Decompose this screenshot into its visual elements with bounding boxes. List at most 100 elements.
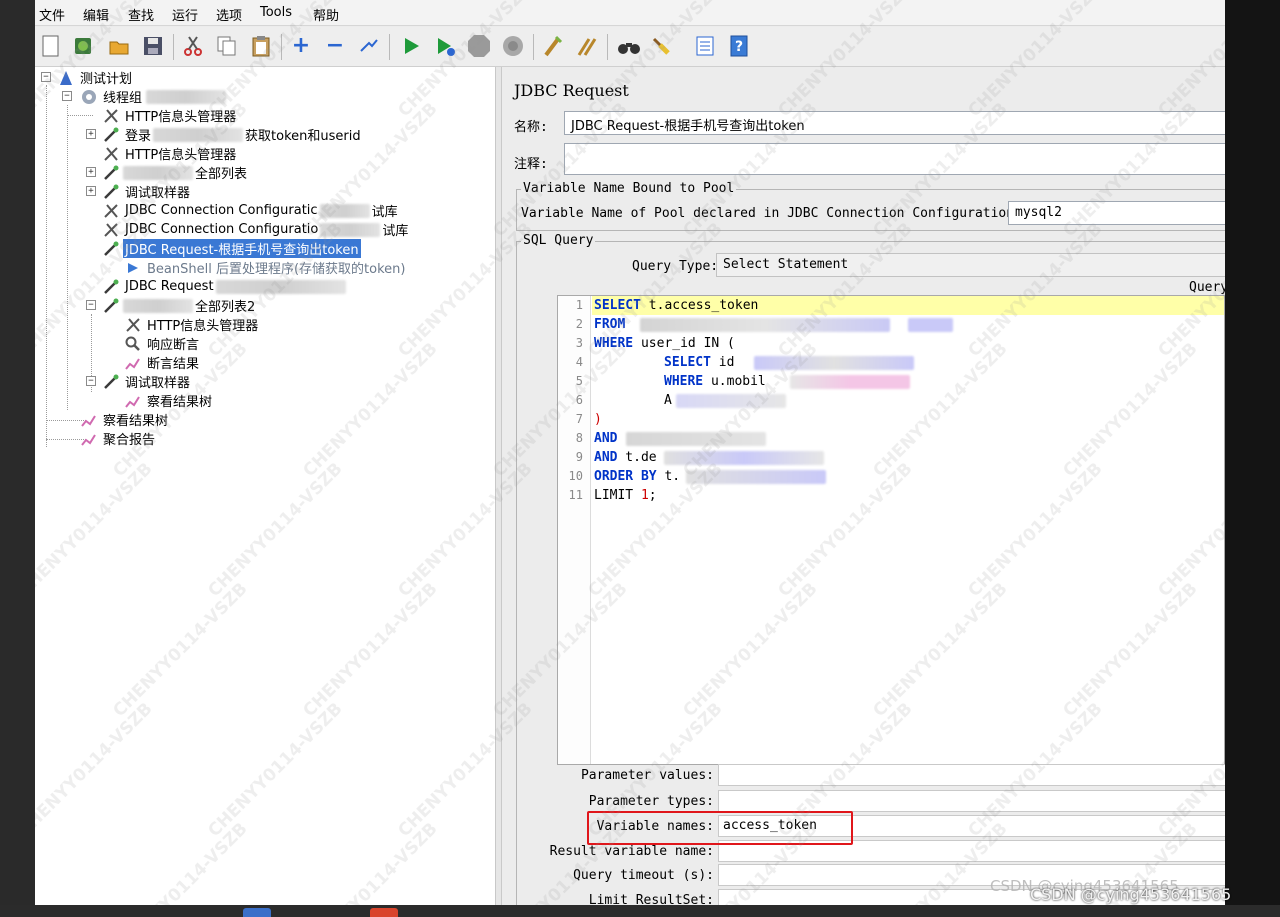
result-variable-name-label: Result variable name:: [549, 844, 714, 859]
clear-icon[interactable]: [541, 34, 565, 58]
parameter-values-label: Parameter values:: [580, 768, 714, 783]
menu-options[interactable]: 选项: [216, 5, 242, 24]
sql-text: t.: [656, 469, 681, 484]
parameter-types-label: Parameter types:: [588, 794, 714, 809]
templates-icon[interactable]: [71, 34, 95, 58]
stop-icon[interactable]: [467, 34, 491, 58]
sql-line: ORDER BY t.: [594, 469, 680, 484]
sql-line: FROM: [594, 317, 625, 332]
desktop-background-right: [1225, 0, 1280, 905]
csdn-watermark: CSDN @cying453641565: [1030, 885, 1232, 904]
desktop-background-left: [0, 0, 35, 905]
sql-keyword: AND: [594, 431, 618, 446]
start-icon[interactable]: [399, 34, 423, 58]
tree-node-login[interactable]: 登录 获取token和userid: [102, 125, 363, 144]
sampler-icon: [102, 297, 120, 315]
sql-keyword: SELECT: [594, 298, 641, 313]
tree-node-assertion-results[interactable]: 断言结果: [124, 353, 201, 372]
taskbar: [0, 905, 1280, 917]
taskbar-app-icon[interactable]: [243, 908, 271, 917]
tree-node-view-results-tree-2[interactable]: 察看结果树: [80, 410, 170, 429]
copy-icon[interactable]: [215, 34, 239, 58]
tree-node-http-header-1[interactable]: HTTP信息头管理器: [102, 106, 238, 125]
cut-icon[interactable]: [181, 34, 205, 58]
query-type-label: Query Type:: [632, 259, 719, 274]
new-icon[interactable]: [39, 34, 63, 58]
shutdown-icon[interactable]: [501, 34, 525, 58]
sql-text: ): [594, 412, 602, 427]
menu-file[interactable]: 文件: [39, 5, 65, 24]
clear-all-icon[interactable]: [575, 34, 599, 58]
line-number: 11: [568, 488, 583, 502]
line-number: 1: [575, 298, 583, 312]
taskbar-app-icon[interactable]: [370, 908, 398, 917]
function-helper-icon[interactable]: [693, 34, 717, 58]
jdbc-request-panel: JDBC Request 名称: JDBC Request-根据手机号查询出to…: [502, 67, 1225, 905]
menu-run[interactable]: 运行: [172, 5, 198, 24]
sql-text: LIMIT 1;: [594, 488, 657, 503]
menu-search[interactable]: 查找: [128, 5, 154, 24]
tree-node-debug-sampler-1[interactable]: 调试取样器: [102, 182, 192, 201]
config-element-icon: [102, 145, 120, 163]
tree-node-all-list-2[interactable]: 全部列表2: [102, 296, 257, 315]
menu-help[interactable]: 帮助: [313, 5, 339, 24]
sql-text: u.mobil: [703, 374, 766, 389]
jmeter-window: 文件 编辑 查找 运行 选项 Tools 帮助 + − ? − − + + + …: [35, 0, 1225, 905]
sql-line: ): [594, 412, 602, 427]
comment-input[interactable]: [564, 143, 1225, 175]
parameter-values-input[interactable]: [718, 764, 1225, 786]
tree-node-view-results-tree-1[interactable]: 察看结果树: [124, 391, 214, 410]
line-number: 3: [575, 336, 583, 350]
annotation-red-box: [587, 811, 853, 845]
tree-node-all-list[interactable]: 全部列表: [102, 163, 249, 182]
line-number: 2: [575, 317, 583, 331]
start-no-pauses-icon[interactable]: [433, 34, 457, 58]
config-element-icon: [102, 221, 120, 239]
tree-node-aggregate-report[interactable]: 聚合报告: [80, 429, 157, 448]
svg-text:?: ?: [735, 39, 743, 55]
tree-node-debug-sampler-2[interactable]: 调试取样器: [102, 372, 192, 391]
tree-node-test-plan[interactable]: 测试计划: [57, 68, 134, 87]
sql-line: SELECT id: [664, 355, 734, 370]
listener-icon: [124, 392, 142, 410]
paste-icon[interactable]: [249, 34, 273, 58]
pool-name-input[interactable]: mysql2: [1008, 201, 1225, 225]
reset-search-icon[interactable]: [649, 34, 673, 58]
sql-line: LIMIT 1;: [594, 488, 657, 503]
tree-node-jdbc-config-1[interactable]: JDBC Connection Configuratic 试库: [102, 201, 400, 220]
collapse-all-icon[interactable]: −: [323, 34, 347, 58]
menu-tools[interactable]: Tools: [260, 5, 292, 20]
panel-title: JDBC Request: [514, 81, 629, 100]
sql-line: AND: [594, 431, 617, 446]
sampler-icon: [102, 278, 120, 296]
sql-keyword: ORDER BY: [594, 469, 657, 484]
tree-node-http-header-2[interactable]: HTTP信息头管理器: [102, 144, 238, 163]
parameter-types-input[interactable]: [718, 790, 1225, 812]
tree-node-beanshell-postprocessor[interactable]: BeanShell 后置处理程序(存储获取的token): [124, 258, 407, 277]
menu-edit[interactable]: 编辑: [83, 5, 109, 24]
open-icon[interactable]: [107, 34, 131, 58]
tree-node-http-header-3[interactable]: HTTP信息头管理器: [124, 315, 260, 334]
query-label: Query:: [1189, 280, 1225, 295]
tree-node-jdbc-config-2[interactable]: JDBC Connection Configuratio 试库: [102, 220, 410, 239]
query-type-select[interactable]: Select Statement: [716, 253, 1225, 277]
sql-query-editor[interactable]: 1 SELECT t.access_token 2 FROM 3 WHERE user_i…: [557, 295, 1225, 765]
line-number: 6: [575, 393, 583, 407]
tree-node-thread-group[interactable]: 线程组: [80, 87, 227, 106]
sampler-icon: [102, 373, 120, 391]
line-number: 8: [575, 431, 583, 445]
tree-node-response-assertion[interactable]: 响应断言: [124, 334, 201, 353]
sql-keyword: AND: [594, 450, 618, 465]
expand-all-icon[interactable]: +: [289, 34, 313, 58]
tree-node-jdbc-request-selected[interactable]: JDBC Request-根据手机号查询出token: [102, 239, 361, 258]
name-input[interactable]: JDBC Request-根据手机号查询出token: [564, 111, 1225, 135]
save-icon[interactable]: [141, 34, 165, 58]
comment-label: 注释:: [514, 157, 548, 172]
help-icon[interactable]: ?: [727, 34, 751, 58]
menu-bar: 文件 编辑 查找 运行 选项 Tools 帮助: [35, 0, 1225, 26]
tree-node-jdbc-request-2[interactable]: JDBC Request: [102, 277, 346, 296]
toggle-icon[interactable]: [357, 34, 381, 58]
search-icon[interactable]: [617, 34, 641, 58]
sampler-icon: [102, 183, 120, 201]
sampler-icon: [102, 126, 120, 144]
